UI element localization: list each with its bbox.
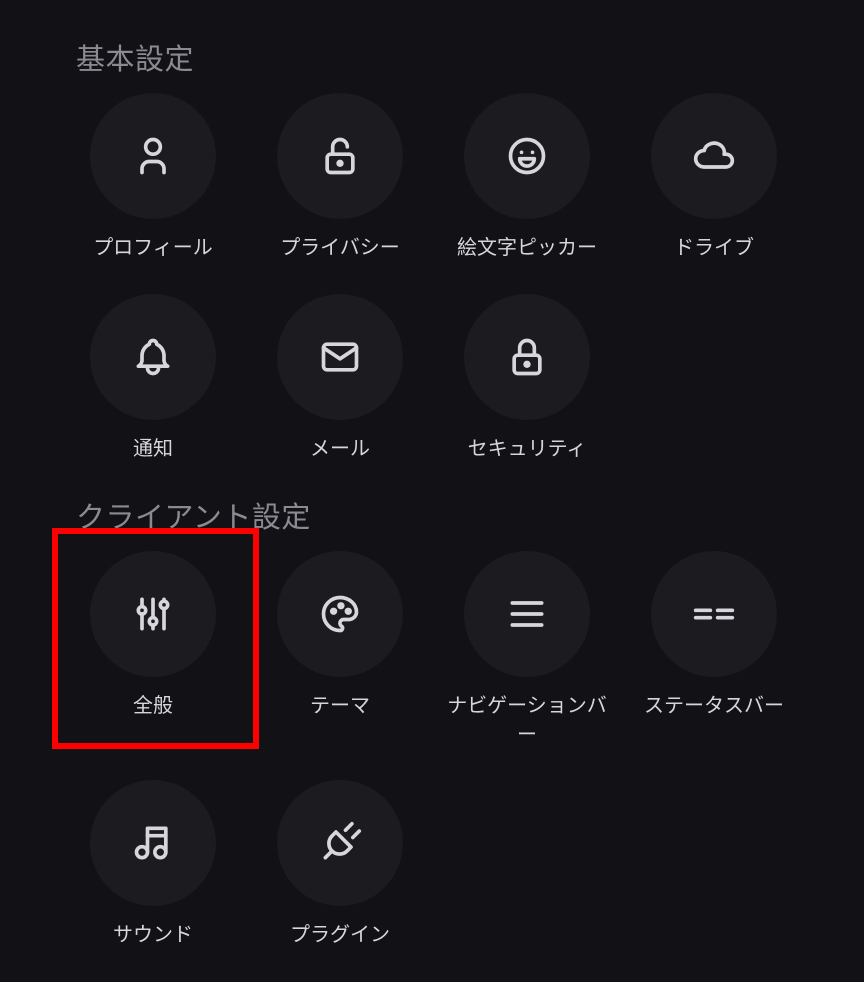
equal-icon <box>693 608 735 620</box>
settings-tile-status-bar[interactable]: ステータスバー <box>629 551 799 720</box>
tile-icon-circle <box>90 93 216 219</box>
settings-tile-drive[interactable]: ドライブ <box>629 93 799 262</box>
tile-label: プライバシー <box>280 235 400 259</box>
tile-icon-circle <box>277 551 403 677</box>
tile-label: ドライブ <box>674 235 754 259</box>
cloud-icon <box>693 141 735 169</box>
tile-label: 絵文字ピッカー <box>457 235 597 259</box>
plug-icon <box>323 821 362 860</box>
mail-icon <box>321 342 359 372</box>
tile-icon-circle <box>277 93 403 219</box>
tile-icon-circle <box>651 93 777 219</box>
settings-tile-general[interactable]: 全般 <box>68 551 238 720</box>
tile-label: ステータスバー <box>644 693 784 717</box>
menu-icon <box>510 601 544 627</box>
section-title-basic: 基本設定 <box>76 42 195 76</box>
tile-icon-circle <box>90 294 216 420</box>
tile-label: テーマ <box>310 693 370 717</box>
tile-label: プロフィール <box>93 235 213 259</box>
mood-smile-icon <box>508 137 546 175</box>
tile-label: 全般 <box>133 693 173 717</box>
settings-tile-mail[interactable]: メール <box>255 294 425 463</box>
settings-tile-plugins[interactable]: プラグイン <box>255 780 425 949</box>
tile-label: セキュリティ <box>467 436 587 460</box>
tile-label: メール <box>310 436 370 460</box>
settings-tile-notifications[interactable]: 通知 <box>68 294 238 463</box>
tile-label: サウンド <box>113 922 193 946</box>
tile-icon-circle <box>277 294 403 420</box>
lock-icon <box>512 338 542 376</box>
user-icon <box>140 137 166 175</box>
tile-icon-circle <box>90 551 216 677</box>
palette-icon <box>321 595 359 633</box>
tile-label: ナビゲーションバー <box>447 693 607 746</box>
settings-tile-privacy[interactable]: プライバシー <box>255 93 425 262</box>
tile-icon-circle <box>277 780 403 906</box>
tile-icon-circle <box>90 780 216 906</box>
lock-open-icon <box>325 137 355 175</box>
tile-icon-circle <box>464 551 590 677</box>
settings-tile-profile[interactable]: プロフィール <box>68 93 238 262</box>
settings-tile-navigation-bar[interactable]: ナビゲーションバー <box>442 551 612 749</box>
section-title-client: クライアント設定 <box>76 500 311 534</box>
tile-icon-circle <box>464 93 590 219</box>
settings-tile-emoji-picker[interactable]: 絵文字ピッカー <box>442 93 612 262</box>
settings-tile-security[interactable]: セキュリティ <box>442 294 612 463</box>
tile-label: 通知 <box>133 436 173 460</box>
tile-label: プラグイン <box>290 922 390 946</box>
music-icon <box>134 826 168 860</box>
settings-tile-theme[interactable]: テーマ <box>255 551 425 720</box>
settings-tile-sound[interactable]: サウンド <box>68 780 238 949</box>
adjustments-icon <box>136 597 170 631</box>
tile-icon-circle <box>464 294 590 420</box>
tile-icon-circle <box>651 551 777 677</box>
bell-icon <box>136 338 170 376</box>
